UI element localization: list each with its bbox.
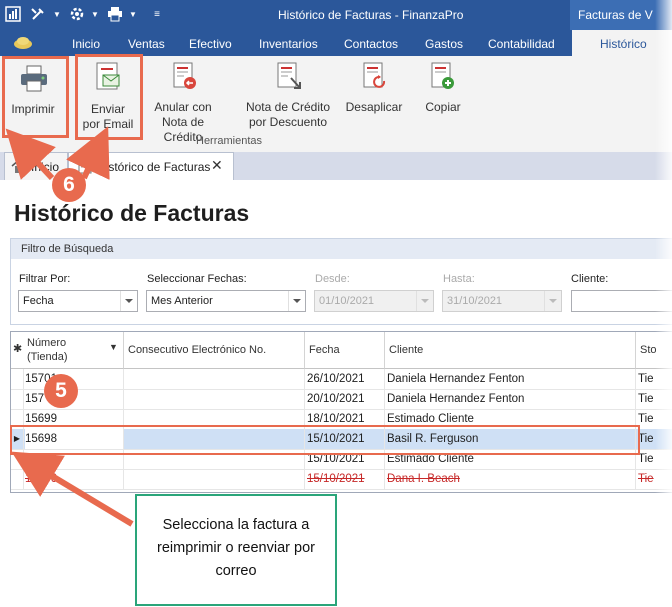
callout-text: Selecciona la factura a reimprimir o ree… [157,517,315,579]
arrow-to-row [11,451,134,527]
arrow-to-print [5,128,56,181]
step-5-badge: 5 [44,374,78,408]
step-6-badge: 6 [52,168,86,202]
instruction-callout: Selecciona la factura a reimprimir o ree… [135,494,337,606]
torn-edge-shadow [655,0,672,607]
arrow-to-email [66,126,110,180]
